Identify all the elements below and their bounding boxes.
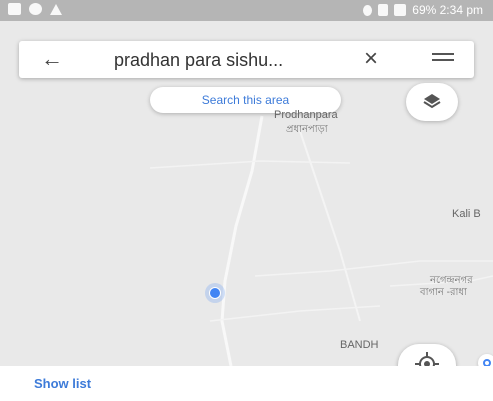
location-status-icon: [363, 4, 373, 16]
signal-icon: [394, 4, 407, 16]
warning-icon: [50, 3, 62, 15]
current-location-dot: [205, 283, 225, 303]
directions-fab-partial[interactable]: [478, 354, 493, 366]
my-location-button[interactable]: [398, 344, 456, 366]
map-label-prodhanpara: Prodhanpara: [274, 109, 338, 121]
battery-time-text: 69% 2:34 pm: [412, 3, 483, 17]
list-icon[interactable]: [432, 53, 454, 67]
show-list-button[interactable]: Show list: [34, 376, 91, 391]
map-label-prodhanpara-bn: প্রধানপাড়া: [286, 124, 328, 135]
status-left-icons: [8, 3, 62, 15]
map-label-kali: Kali B: [452, 208, 481, 220]
search-bar[interactable]: ← pradhan para sishu... ×: [19, 41, 474, 78]
wifi-icon: [378, 4, 389, 16]
close-icon[interactable]: ×: [364, 47, 378, 71]
layers-button[interactable]: [406, 83, 458, 121]
map-view[interactable]: ← pradhan para sishu... × Search this ar…: [0, 21, 493, 366]
status-bar: 69% 2:34 pm: [0, 0, 493, 21]
status-right: 69% 2:34 pm: [363, 3, 483, 17]
whatsapp-icon: [29, 3, 42, 15]
my-location-icon: [415, 352, 439, 366]
arrow-left-icon[interactable]: ←: [41, 48, 63, 70]
map-label-right-bn-2: বাগান -রাধা: [420, 287, 467, 298]
search-query[interactable]: pradhan para sishu...: [114, 50, 283, 71]
layers-icon: [423, 94, 441, 109]
bottom-sheet: Show list: [0, 366, 493, 401]
map-label-bandh: BANDH: [340, 339, 379, 351]
image-icon: [8, 3, 21, 15]
